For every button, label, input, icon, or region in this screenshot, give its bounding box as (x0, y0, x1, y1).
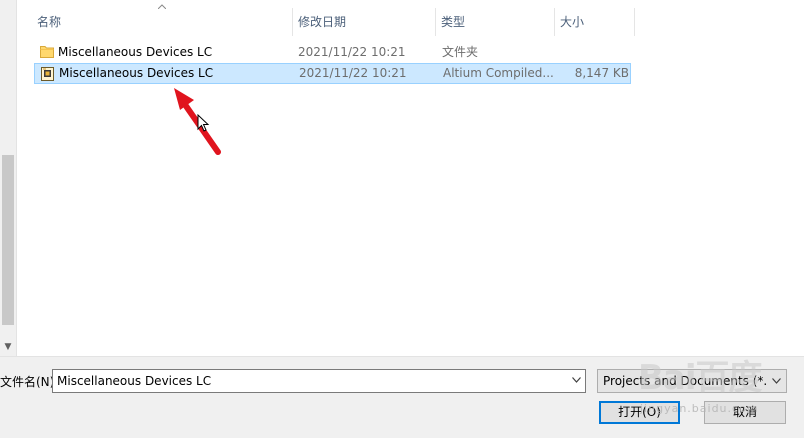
file-modified-date: 2021/11/22 10:21 (299, 66, 407, 80)
file-type-filter-value: Projects and Documents (*.D (603, 374, 768, 388)
scrollbar-thumb[interactable] (2, 155, 14, 325)
altium-file-icon (41, 67, 54, 81)
chevron-down-icon[interactable] (772, 378, 781, 384)
navigation-pane-scrollbar[interactable]: ▼ (0, 0, 17, 356)
scroll-down-arrow-icon[interactable]: ▼ (3, 342, 13, 352)
column-header-size[interactable]: 大小 (554, 8, 634, 36)
file-name: Miscellaneous Devices LC (58, 45, 213, 59)
list-item-selected[interactable]: Miscellaneous Devices LC 2021/11/22 10:2… (34, 63, 631, 84)
folder-icon (40, 46, 54, 58)
file-size: 8,147 KB (574, 66, 629, 80)
open-button[interactable]: 打开(O) (599, 401, 680, 424)
filename-input-value[interactable]: Miscellaneous Devices LC (57, 370, 211, 392)
column-header-modified[interactable]: 修改日期 (292, 8, 436, 36)
cancel-button[interactable]: 取消 (704, 401, 786, 424)
column-header-type[interactable]: 类型 (435, 8, 555, 36)
filename-label: 文件名(N): (0, 375, 59, 389)
dialog-footer: 文件名(N): Miscellaneous Devices LC Project… (0, 356, 804, 438)
list-item[interactable]: Miscellaneous Devices LC 2021/11/22 10:2… (34, 42, 631, 63)
chevron-down-icon[interactable] (572, 377, 581, 383)
filename-input[interactable]: Miscellaneous Devices LC (52, 369, 586, 393)
file-type-filter-select[interactable]: Projects and Documents (*.D (597, 369, 787, 393)
column-divider[interactable] (634, 8, 635, 36)
file-name: Miscellaneous Devices LC (59, 66, 214, 80)
file-open-dialog: ▼ 名称 修改日期 类型 大小 Miscellaneous Devices LC… (0, 0, 804, 438)
column-header-name[interactable]: 名称 (31, 8, 293, 36)
file-type: Altium Compiled... (443, 66, 554, 80)
file-modified-date: 2021/11/22 10:21 (298, 45, 406, 59)
file-size (560, 42, 628, 62)
file-type: 文件夹 (442, 45, 479, 59)
file-list-view[interactable]: 名称 修改日期 类型 大小 Miscellaneous Devices LC 2… (17, 0, 804, 356)
mouse-cursor-icon (197, 114, 210, 132)
